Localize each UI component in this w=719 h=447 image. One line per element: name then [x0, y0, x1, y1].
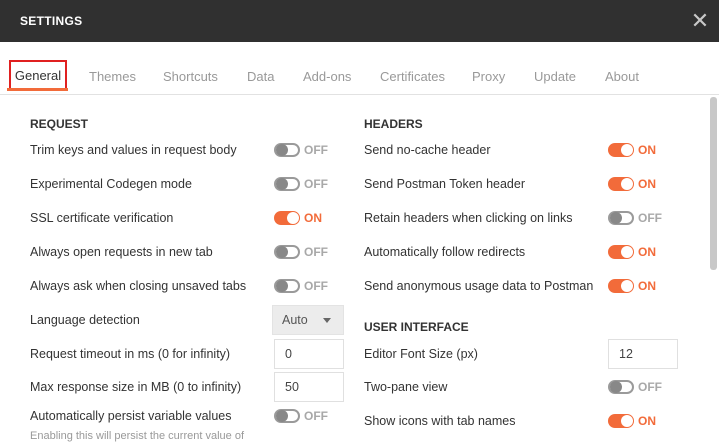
max-size-input[interactable]: 50	[274, 372, 344, 402]
font-size-label: Editor Font Size (px)	[364, 347, 478, 361]
toggle-state: ON	[638, 414, 656, 428]
toggle-state: OFF	[304, 245, 328, 259]
timeout-input[interactable]: 0	[274, 339, 344, 369]
tab-about[interactable]: About	[605, 69, 639, 84]
ask-close-toggle[interactable]: OFF	[274, 276, 344, 296]
toggle-state: OFF	[638, 211, 662, 225]
codegen-toggle[interactable]: OFF	[274, 174, 344, 194]
ssl-label: SSL certificate verification	[30, 211, 174, 225]
trim-keys-label: Trim keys and values in request body	[30, 143, 237, 157]
timeout-label: Request timeout in ms (0 for infinity)	[30, 347, 231, 361]
two-pane-label: Two-pane view	[364, 380, 448, 394]
ask-close-label: Always ask when closing unsaved tabs	[30, 279, 247, 293]
tab-add-ons[interactable]: Add-ons	[303, 69, 351, 84]
ssl-toggle[interactable]: ON	[274, 208, 344, 228]
font-size-input[interactable]: 12	[608, 339, 678, 369]
trim-keys-toggle[interactable]: OFF	[274, 140, 344, 160]
toggle-state: ON	[638, 143, 656, 157]
language-select[interactable]: Auto	[272, 305, 344, 335]
request-heading: REQUEST	[30, 117, 89, 131]
toggle-state: OFF	[304, 143, 328, 157]
toggle-state: ON	[638, 279, 656, 293]
tab-general[interactable]: General	[7, 60, 68, 91]
max-size-label: Max response size in MB (0 to infinity)	[30, 380, 242, 394]
retain-headers-toggle[interactable]: OFF	[608, 208, 678, 228]
tab-update[interactable]: Update	[534, 69, 576, 84]
toggle-state: OFF	[304, 409, 328, 423]
persist-label: Automatically persist variable values	[30, 409, 232, 423]
headers-heading: HEADERS	[364, 117, 423, 131]
codegen-label: Experimental Codegen mode	[30, 177, 192, 191]
toggle-state: ON	[304, 211, 322, 225]
postman-token-label: Send Postman Token header	[364, 177, 525, 191]
toggle-state: OFF	[638, 380, 662, 394]
toggle-state: OFF	[304, 177, 328, 191]
retain-headers-label: Retain headers when clicking on links	[364, 211, 573, 225]
redirects-toggle[interactable]: ON	[608, 242, 678, 262]
language-value: Auto	[282, 313, 308, 327]
ui-heading: USER INTERFACE	[364, 320, 469, 334]
tab-data[interactable]: Data	[247, 69, 274, 84]
tab-proxy[interactable]: Proxy	[472, 69, 505, 84]
two-pane-toggle[interactable]: OFF	[608, 377, 678, 397]
persist-note: Enabling this will persist the current v…	[30, 430, 244, 442]
toggle-state: ON	[638, 245, 656, 259]
chevron-down-icon	[323, 318, 331, 323]
new-tab-toggle[interactable]: OFF	[274, 242, 344, 262]
tab-certificates[interactable]: Certificates	[380, 69, 445, 84]
no-cache-toggle[interactable]: ON	[608, 140, 678, 160]
toggle-state: OFF	[304, 279, 328, 293]
anonymous-data-label: Send anonymous usage data to Postman	[364, 279, 594, 293]
window-title: SETTINGS	[20, 14, 83, 28]
tab-themes[interactable]: Themes	[89, 69, 136, 84]
title-bar: SETTINGS ✕	[0, 0, 719, 42]
tab-icons-label: Show icons with tab names	[364, 414, 516, 428]
tab-icons-toggle[interactable]: ON	[608, 411, 678, 431]
anonymous-data-toggle[interactable]: ON	[608, 276, 678, 296]
settings-tabs: General Themes Shortcuts Data Add-ons Ce…	[0, 42, 719, 95]
redirects-label: Automatically follow redirects	[364, 245, 526, 259]
new-tab-label: Always open requests in new tab	[30, 245, 213, 259]
persist-toggle[interactable]: OFF	[274, 406, 344, 426]
close-icon[interactable]: ✕	[690, 10, 710, 32]
scrollbar[interactable]	[710, 97, 717, 270]
postman-token-toggle[interactable]: ON	[608, 174, 678, 194]
tab-shortcuts[interactable]: Shortcuts	[163, 69, 218, 84]
no-cache-label: Send no-cache header	[364, 143, 491, 157]
language-label: Language detection	[30, 313, 140, 327]
toggle-state: ON	[638, 177, 656, 191]
